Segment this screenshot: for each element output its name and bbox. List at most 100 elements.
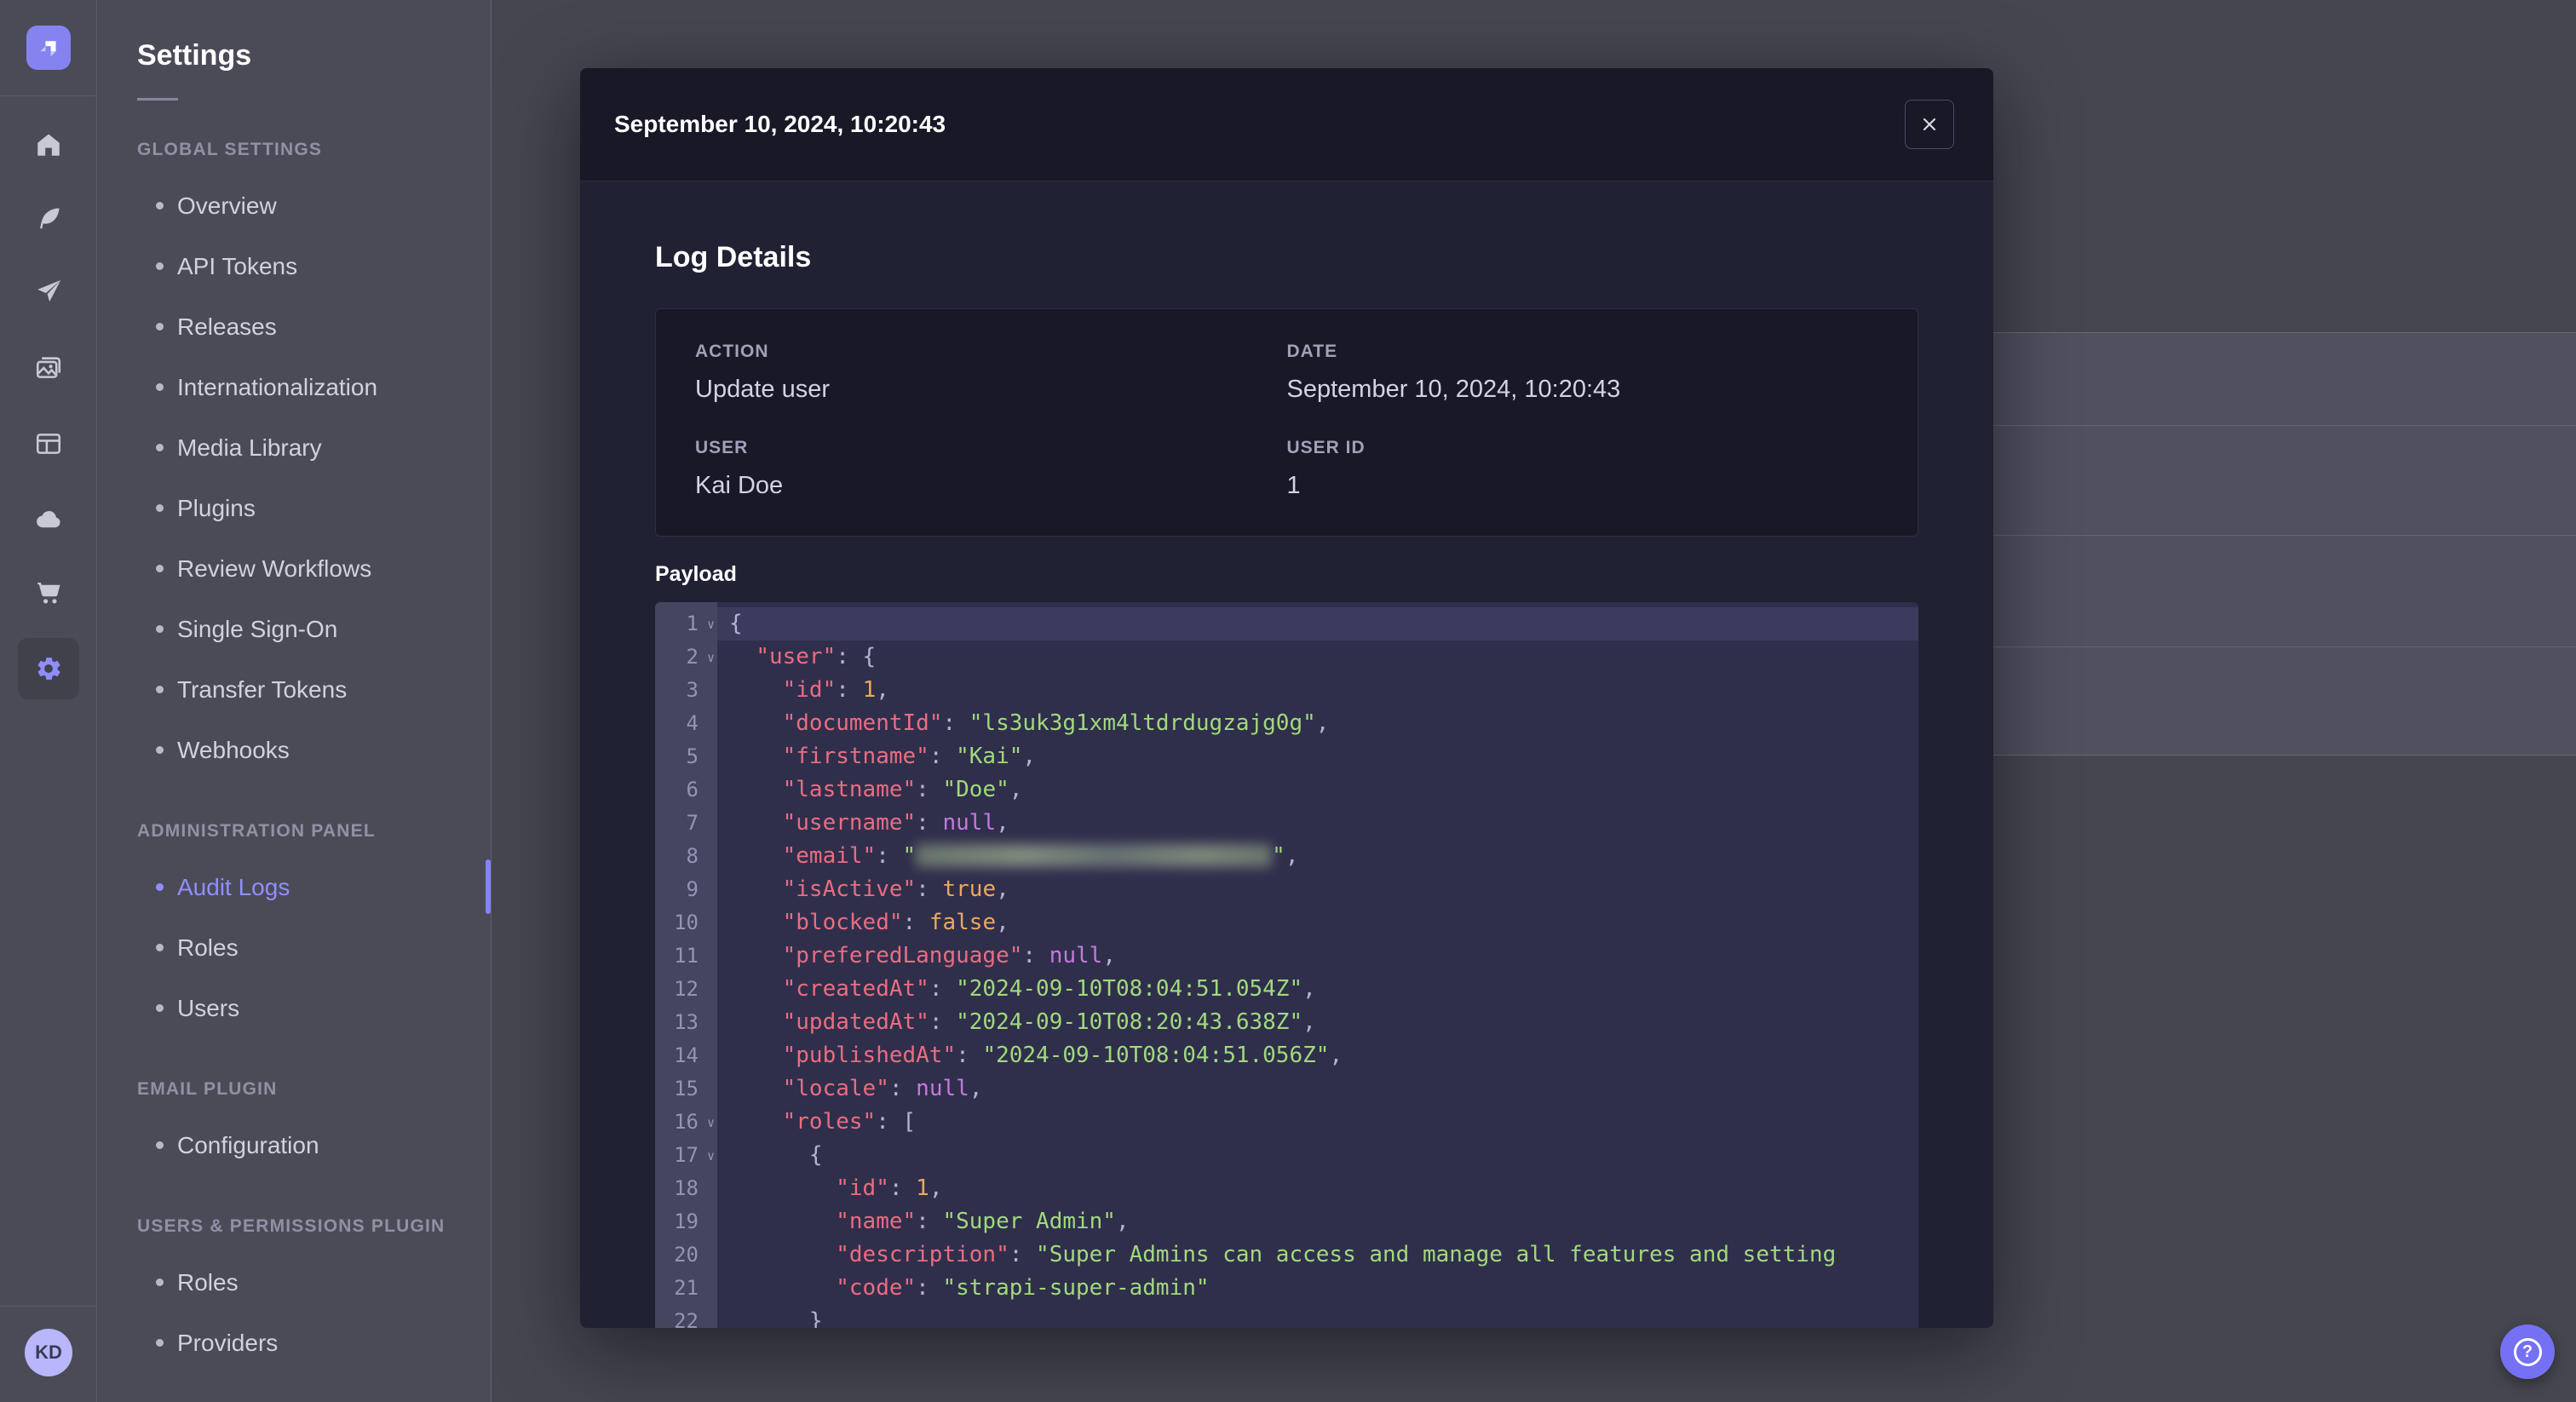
field-action: ACTION Update user (695, 342, 1287, 404)
log-details-modal: September 10, 2024, 10:20:43 Log Details… (580, 68, 1993, 1328)
bullet-icon (156, 444, 164, 451)
field-user-id: USER ID 1 (1287, 438, 1879, 500)
sidebar-item-label: Audit Logs (177, 873, 290, 900)
sidebar-item-label: Users (177, 994, 240, 1021)
line-number: 13 (674, 1010, 699, 1034)
bullet-icon (156, 565, 164, 572)
bullet-icon (156, 944, 164, 951)
sidebar-item-overview[interactable]: Overview (98, 175, 491, 236)
code-line: 17 ∨ { (655, 1139, 1918, 1172)
sidebar-item-roles[interactable]: Roles (98, 1252, 491, 1313)
sidebar-item-configuration[interactable]: Configuration (98, 1115, 491, 1175)
nav-section-email-plugin: EMAIL PLUGIN Configuration (98, 1079, 491, 1175)
field-label: USER (695, 438, 749, 457)
line-number: 14 (674, 1043, 699, 1067)
payload-code-editor[interactable]: 1 ∨{2 ∨ "user": {3 "id": 1, 4 "documentId":… (655, 602, 1918, 1328)
sidebar-item-label: Review Workflows (177, 554, 372, 582)
line-number: 22 (674, 1309, 699, 1328)
line-number: 16 ∨ (655, 1106, 717, 1139)
code-line: 5 "firstname": "Kai", (655, 740, 1918, 773)
sidebar-item-roles[interactable]: Roles (98, 917, 491, 978)
line-number: 1 ∨ (655, 607, 717, 641)
sidebar-item-transfer-tokens[interactable]: Transfer Tokens (98, 659, 491, 720)
code-line: 12 "createdAt": "2024-09-10T08:04:51.054… (655, 973, 1918, 1006)
code-line: 1 ∨{ (655, 607, 1918, 641)
sidebar-item-label: Webhooks (177, 736, 290, 763)
sidebar-item-internationalization[interactable]: Internationalization (98, 357, 491, 417)
sidebar-item-webhooks[interactable]: Webhooks (98, 720, 491, 780)
feather-icon[interactable] (18, 188, 79, 250)
media-library-icon[interactable] (18, 337, 79, 399)
code-line: 18 "id": 1, (655, 1172, 1918, 1205)
line-number: 21 (674, 1276, 699, 1300)
strapi-settings-screen: KD Settings GLOBAL SETTINGS Overview API T… (0, 0, 2576, 1402)
nav-sections: GLOBAL SETTINGS Overview API Tokens Release… (98, 140, 491, 1373)
code-line: 21 "code": "strapi-super-admin" (655, 1272, 1918, 1305)
sidebar-item-review-workflows[interactable]: Review Workflows (98, 538, 491, 599)
code-line-content: "description": "Super Admins can access … (836, 1242, 1837, 1267)
sidebar-item-media-library[interactable]: Media Library (98, 417, 491, 478)
sidebar-item-label: Single Sign-On (177, 615, 338, 642)
code-line-content: "blocked": false, (782, 910, 1009, 935)
modal-body: Log Details ACTION Update user DATE Septemb… (580, 241, 1993, 1328)
code-line: 9 "isActive": true, (655, 873, 1918, 906)
nav-section-label: USERS & PERMISSIONS PLUGIN (137, 1216, 446, 1236)
sidebar-item-api-tokens[interactable]: API Tokens (98, 236, 491, 296)
line-number: 8 (686, 844, 699, 868)
bullet-icon (156, 202, 164, 210)
cart-icon[interactable] (18, 562, 79, 623)
code-line-content: "updatedAt": "2024-09-10T08:20:43.638Z", (782, 1009, 1316, 1035)
settings-nav: Settings GLOBAL SETTINGS Overview API Toke… (98, 0, 492, 1402)
field-date: DATE September 10, 2024, 10:20:43 (1287, 342, 1879, 404)
field-label: DATE (1286, 342, 1338, 361)
code-line-content: { (717, 607, 1918, 641)
sidebar-item-releases[interactable]: Releases (98, 296, 491, 357)
code-line-content: "lastname": "Doe", (782, 777, 1023, 802)
code-line: 10 "blocked": false, (655, 906, 1918, 939)
code-line-content: { (808, 1142, 823, 1168)
bullet-icon (156, 1004, 164, 1012)
code-line-content: "preferedLanguage": null, (782, 943, 1116, 968)
sidebar-item-users[interactable]: Users (98, 978, 491, 1038)
bullet-icon (156, 504, 164, 512)
nav-section-label: GLOBAL SETTINGS (137, 140, 323, 159)
line-number: 20 (674, 1243, 699, 1267)
cloud-icon[interactable] (18, 489, 79, 550)
chevron-down-icon[interactable]: ∨ (707, 609, 715, 640)
chevron-down-icon[interactable]: ∨ (707, 642, 715, 673)
code-line-content: "isActive": true, (782, 876, 1009, 902)
home-icon[interactable] (18, 114, 79, 175)
sidebar-item-single-sign-on[interactable]: Single Sign-On (98, 599, 491, 659)
code-line: 11 "preferedLanguage": null, (655, 939, 1918, 973)
strapi-logo[interactable] (26, 26, 71, 70)
sidebar-item-label: Configuration (177, 1131, 319, 1158)
gear-icon[interactable] (18, 638, 79, 699)
code-line-content: "locale": null, (782, 1076, 983, 1101)
avatar[interactable]: KD (25, 1329, 72, 1376)
layout-icon[interactable] (18, 413, 79, 474)
field-value: Update user (695, 376, 830, 403)
paper-plane-icon[interactable] (18, 261, 79, 323)
field-user: USER Kai Doe (695, 438, 1287, 500)
sidebar-item-label: Roles (177, 934, 239, 961)
bullet-icon (156, 746, 164, 754)
section-title: Log Details (655, 241, 812, 273)
bullet-icon (156, 262, 164, 270)
sidebar-item-providers[interactable]: Providers (98, 1313, 491, 1373)
sidebar-item-plugins[interactable]: Plugins (98, 478, 491, 538)
sidebar-item-label: Media Library (177, 434, 322, 461)
chevron-down-icon[interactable]: ∨ (707, 1107, 715, 1138)
code-line: 16 ∨ "roles": [ (655, 1106, 1918, 1139)
line-number: 5 (686, 744, 699, 768)
chevron-down-icon[interactable]: ∨ (707, 1141, 715, 1171)
log-details-card: ACTION Update user DATE September 10, 2024,… (655, 308, 1918, 537)
bullet-icon (156, 1278, 164, 1286)
close-icon[interactable] (1905, 100, 1954, 149)
bullet-icon (156, 883, 164, 891)
sidebar-item-audit-logs[interactable]: Audit Logs (98, 857, 491, 917)
field-value: September 10, 2024, 10:20:43 (1286, 376, 1621, 403)
help-button[interactable]: ? (2500, 1324, 2555, 1379)
modal-header: September 10, 2024, 10:20:43 (580, 68, 1993, 181)
strapi-logo-icon (40, 41, 56, 57)
code-line-content: "code": "strapi-super-admin" (836, 1275, 1210, 1301)
